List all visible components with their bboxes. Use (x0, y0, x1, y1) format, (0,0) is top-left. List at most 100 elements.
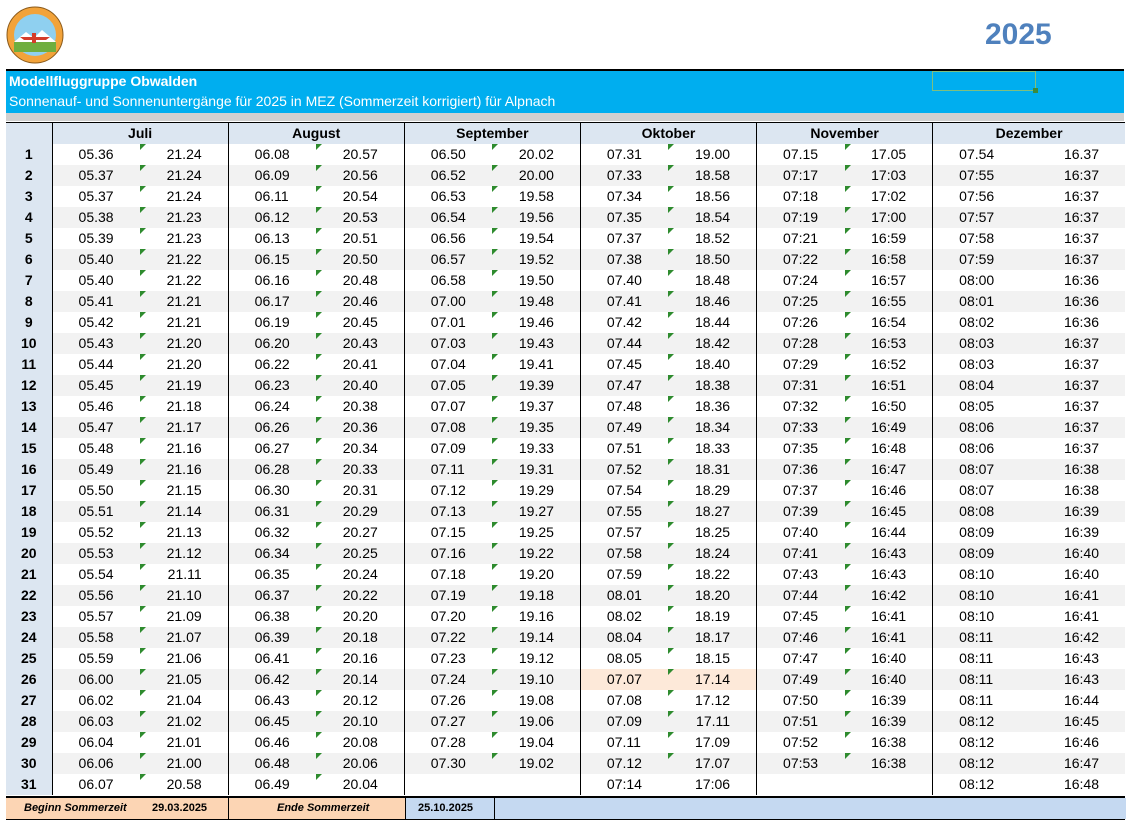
sunrise-dezember[interactable]: 08:11 (932, 648, 1029, 669)
sunset-juli[interactable]: 21.12 (140, 543, 229, 564)
sunrise-august[interactable]: 06.32 (227, 522, 317, 543)
sunset-oktober[interactable]: 18.31 (668, 459, 757, 480)
sunset-august[interactable]: 20.27 (316, 522, 405, 543)
sunrise-september[interactable]: 07.05 (403, 375, 493, 396)
sunrise-oktober[interactable]: 07.40 (579, 270, 669, 291)
sunrise-september[interactable]: 06.52 (403, 165, 493, 186)
sunset-oktober[interactable]: 18.20 (668, 585, 757, 606)
sunrise-august[interactable]: 06.24 (227, 396, 317, 417)
sunset-oktober[interactable]: 17.12 (668, 690, 757, 711)
sunrise-oktober[interactable]: 07.58 (579, 543, 669, 564)
sunset-dezember[interactable]: 16:37 (1028, 354, 1125, 375)
sunset-oktober[interactable]: 18.15 (668, 648, 757, 669)
sunset-november[interactable]: 16:40 (844, 669, 933, 690)
sunset-oktober[interactable]: 17.09 (668, 732, 757, 753)
sunrise-juli[interactable]: 05.37 (51, 186, 141, 207)
sunset-oktober[interactable]: 18.44 (668, 312, 757, 333)
sunset-juli[interactable]: 21.05 (140, 669, 229, 690)
sunset-juli[interactable]: 21.22 (140, 249, 229, 270)
sunset-november[interactable]: 16:54 (844, 312, 933, 333)
sunset-dezember[interactable]: 16:37 (1028, 228, 1125, 249)
sunrise-september[interactable]: 07.08 (403, 417, 493, 438)
sunset-juli[interactable]: 21.16 (140, 459, 229, 480)
sunset-november[interactable]: 16:58 (844, 249, 933, 270)
sunset-september[interactable]: 19.46 (492, 312, 581, 333)
sunrise-dezember[interactable]: 08:03 (932, 354, 1029, 375)
sunset-dezember[interactable]: 16:46 (1028, 732, 1125, 753)
sunrise-dezember[interactable]: 08:02 (932, 312, 1029, 333)
sunrise-juli[interactable]: 05.46 (51, 396, 141, 417)
sunset-september[interactable]: 19.20 (492, 564, 581, 585)
sunset-september[interactable]: 19.54 (492, 228, 581, 249)
sunrise-juli[interactable]: 05.45 (51, 375, 141, 396)
sunset-dezember[interactable]: 16:48 (1028, 774, 1125, 795)
sunrise-oktober[interactable]: 07.47 (579, 375, 669, 396)
sunrise-dezember[interactable]: 08:12 (932, 711, 1029, 732)
sunrise-august[interactable]: 06.49 (227, 774, 317, 795)
sunrise-oktober[interactable]: 07.45 (579, 354, 669, 375)
sunrise-november[interactable]: 07:25 (756, 291, 845, 312)
sunset-oktober[interactable]: 18.29 (668, 480, 757, 501)
sunrise-november[interactable]: 07.15 (756, 144, 845, 165)
sunrise-september[interactable]: 07.09 (403, 438, 493, 459)
sunrise-november[interactable]: 07:47 (756, 648, 845, 669)
sunrise-dezember[interactable]: 08:00 (932, 270, 1029, 291)
sunrise-november[interactable]: 07:39 (756, 501, 845, 522)
sunset-november[interactable]: 16:48 (844, 438, 933, 459)
sunrise-september[interactable]: 07.24 (403, 669, 493, 690)
sunrise-september[interactable]: 07.15 (403, 522, 493, 543)
sunset-september[interactable]: 19.04 (492, 732, 581, 753)
sunset-november[interactable]: 16:57 (844, 270, 933, 291)
sunrise-juli[interactable]: 05.58 (51, 627, 141, 648)
sunrise-september[interactable]: 06.58 (403, 270, 493, 291)
sunrise-dezember[interactable]: 08:07 (932, 459, 1029, 480)
sunset-august[interactable]: 20.51 (316, 228, 405, 249)
sunrise-dezember[interactable]: 08:11 (932, 669, 1029, 690)
sunrise-august[interactable]: 06.39 (227, 627, 317, 648)
sunset-dezember[interactable]: 16:43 (1028, 648, 1125, 669)
sunset-juli[interactable]: 21.01 (140, 732, 229, 753)
sunrise-august[interactable]: 06.22 (227, 354, 317, 375)
sunrise-dezember[interactable]: 08:05 (932, 396, 1029, 417)
sunrise-juli[interactable]: 06.03 (51, 711, 141, 732)
sunset-september[interactable]: 19.39 (492, 375, 581, 396)
sunrise-juli[interactable]: 05.40 (51, 249, 141, 270)
sunset-juli[interactable]: 21.04 (140, 690, 229, 711)
sunset-juli[interactable]: 21.14 (140, 501, 229, 522)
sunrise-august[interactable]: 06.13 (227, 228, 317, 249)
sunrise-september[interactable]: 07.12 (403, 480, 493, 501)
sunrise-september[interactable]: 06.56 (403, 228, 493, 249)
sunset-oktober[interactable]: 19.00 (668, 144, 757, 165)
sunrise-oktober[interactable]: 07.41 (579, 291, 669, 312)
sunset-september[interactable]: 20.00 (492, 165, 581, 186)
sunrise-juli[interactable]: 05.48 (51, 438, 141, 459)
sunrise-juli[interactable]: 05.37 (51, 165, 141, 186)
sunrise-august[interactable]: 06.15 (227, 249, 317, 270)
sunrise-september[interactable]: 07.19 (403, 585, 493, 606)
sunset-september[interactable]: 19.31 (492, 459, 581, 480)
sunset-august[interactable]: 20.22 (316, 585, 405, 606)
sunrise-juli[interactable]: 05.50 (51, 480, 141, 501)
sunset-august[interactable]: 20.06 (316, 753, 405, 774)
sunrise-august[interactable]: 06.34 (227, 543, 317, 564)
sunrise-juli[interactable]: 05.43 (51, 333, 141, 354)
sunset-august[interactable]: 20.25 (316, 543, 405, 564)
sunrise-september[interactable]: 07.22 (403, 627, 493, 648)
sunset-august[interactable]: 20.48 (316, 270, 405, 291)
sunset-juli[interactable]: 21.21 (140, 291, 229, 312)
sunset-november[interactable]: 16:53 (844, 333, 933, 354)
sunset-oktober[interactable]: 17.14 (668, 669, 757, 690)
sunrise-oktober[interactable]: 07.55 (579, 501, 669, 522)
sunset-august[interactable]: 20.24 (316, 564, 405, 585)
sunrise-august[interactable]: 06.16 (227, 270, 317, 291)
sunrise-august[interactable]: 06.30 (227, 480, 317, 501)
sunset-dezember[interactable]: 16:40 (1028, 564, 1125, 585)
sunset-dezember[interactable]: 16:37 (1028, 333, 1125, 354)
sunset-september[interactable] (492, 774, 581, 795)
sunrise-dezember[interactable]: 08:07 (932, 480, 1029, 501)
sunset-dezember[interactable]: 16:38 (1028, 480, 1125, 501)
sunrise-oktober[interactable]: 07.49 (579, 417, 669, 438)
sunrise-juli[interactable]: 06.07 (51, 774, 141, 795)
sunset-november[interactable]: 16:43 (844, 564, 933, 585)
sunset-juli[interactable]: 21.20 (140, 333, 229, 354)
